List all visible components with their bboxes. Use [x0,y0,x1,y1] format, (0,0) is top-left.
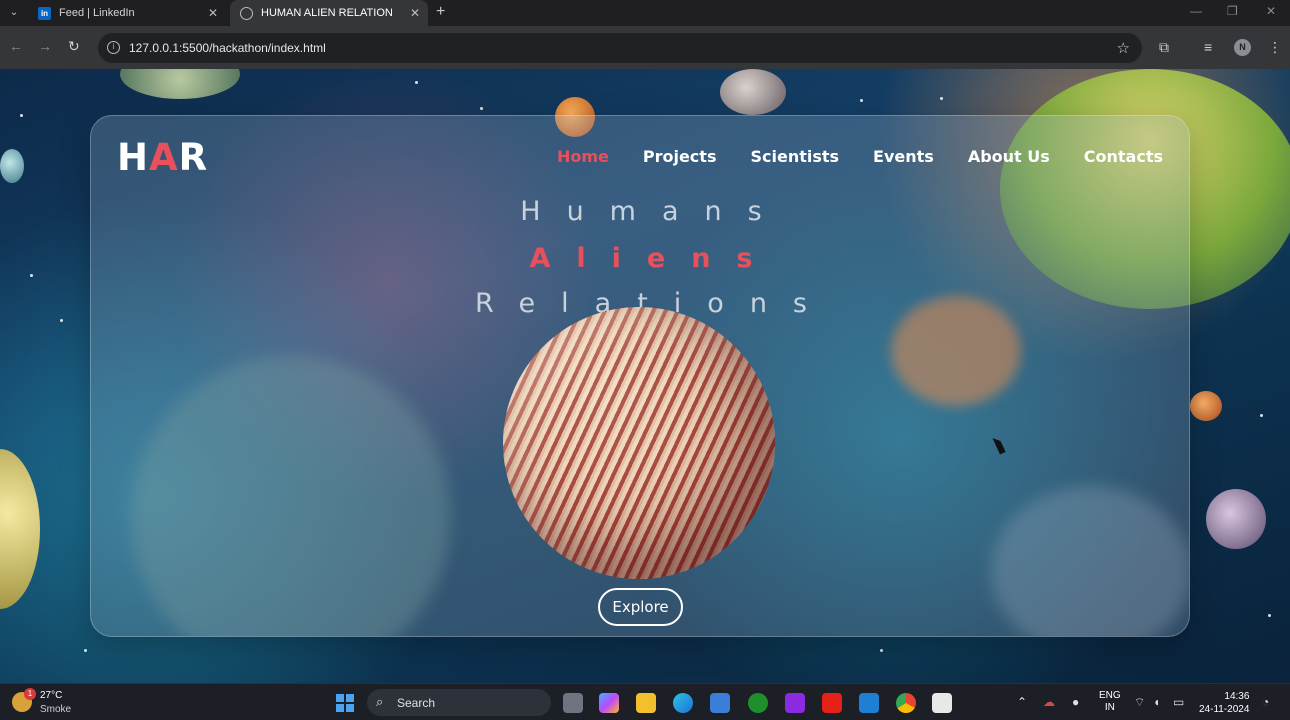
language-indicator[interactable]: ENG IN [1099,690,1121,714]
back-icon[interactable]: ← [9,38,23,54]
snipping-tool-icon[interactable] [932,693,952,713]
nav-scientists[interactable]: Scientists [750,147,839,166]
url-text[interactable]: 127.0.0.1:5500/hackathon/index.html [129,41,326,55]
extensions-icon[interactable]: ⧉ [1159,39,1169,56]
region-code: IN [1104,702,1115,713]
windows-start-icon[interactable] [336,694,354,712]
notification-badge: 1 [24,688,36,700]
site-info-icon[interactable]: i [107,41,120,54]
star [1260,414,1263,417]
copilot-icon[interactable] [599,693,619,713]
youtube-icon[interactable] [822,693,842,713]
tab-search-icon[interactable]: ⌄ [4,4,24,22]
tray-overflow-icon[interactable]: ⌃ [1017,695,1027,709]
weather-description[interactable]: Smoke [40,704,71,715]
star [84,649,87,652]
star [940,97,943,100]
restore-icon[interactable]: ❐ [1227,4,1238,18]
nav-projects[interactable]: Projects [643,147,717,166]
tab-human-alien-relation[interactable]: HUMAN ALIEN RELATION ✕ [230,0,428,26]
background-planet [1190,391,1222,421]
logo-letter: R [178,136,209,179]
browser-menu-icon[interactable]: ⋮ [1268,39,1282,56]
task-view-icon[interactable] [563,693,583,713]
clock[interactable]: 14:36 24-11-2024 [1199,690,1249,716]
edge-icon[interactable] [673,693,693,713]
new-tab-button[interactable]: + [436,3,445,21]
browser-toolbar: ← → ↻ i 127.0.0.1:5500/hackathon/index.h… [0,26,1290,69]
background-planet [1206,489,1266,549]
app-icon[interactable] [785,693,805,713]
site-logo[interactable]: HAR [117,136,208,179]
logo-letter: H [117,136,149,179]
nav-about-us[interactable]: About Us [968,147,1050,166]
battery-icon[interactable]: ▭ [1173,695,1184,709]
clock-time: 14:36 [1224,691,1250,702]
background-planet [120,69,240,99]
nav-contacts[interactable]: Contacts [1084,147,1163,166]
background-planet [0,149,24,183]
onedrive-icon[interactable]: ☁ [1043,695,1055,709]
browser-tab-bar: ⌄ in Feed | LinkedIn ✕ HUMAN ALIEN RELAT… [0,0,1290,26]
headline-humans: Humans [520,196,788,227]
taskbar-search[interactable]: ⌕ Search [367,689,551,716]
linkedin-icon: in [38,6,51,20]
tab-title: HUMAN ALIEN RELATION [261,7,393,19]
star [1268,614,1271,617]
tab-close-icon[interactable]: ✕ [410,6,420,20]
window-close-icon[interactable]: ✕ [1266,4,1276,18]
address-bar[interactable]: i 127.0.0.1:5500/hackathon/index.html ☆ [98,33,1142,63]
media-controls-icon[interactable]: ≡ [1204,39,1212,55]
profile-avatar[interactable]: N [1234,39,1251,56]
forward-icon[interactable]: → [38,38,52,54]
headline-aliens: Aliens [529,243,779,274]
star [415,81,418,84]
star [30,274,33,277]
file-explorer-icon[interactable] [636,693,656,713]
main-nav: Home Projects Scientists Events About Us… [557,147,1163,166]
xbox-icon[interactable] [748,693,768,713]
vscode-icon[interactable] [859,693,879,713]
volume-icon[interactable]: ◖ [1153,695,1160,709]
blurred-planet [991,486,1189,636]
star [480,107,483,110]
tab-close-icon[interactable]: ✕ [208,6,218,20]
explore-button[interactable]: Explore [598,588,683,626]
star [60,319,63,322]
star [860,99,863,102]
background-planet [720,69,786,115]
microphone-icon[interactable]: ● [1072,695,1079,709]
background-planet [0,449,40,609]
bookmark-star-icon[interactable]: ☆ [1117,39,1130,57]
blurred-planet [131,356,451,636]
clock-date: 24-11-2024 [1199,704,1250,715]
minimize-icon[interactable]: — [1190,4,1202,18]
wifi-icon[interactable]: ⌔ [1134,695,1145,710]
tab-title: Feed | LinkedIn [59,7,135,19]
language-code: ENG [1099,690,1121,701]
windows-taskbar: 1 27°C Smoke ⌕ Search ⌃ ☁ ● ENG IN ⌔ ◖ ▭… [0,683,1290,720]
chrome-icon[interactable] [896,693,916,713]
weather-temperature[interactable]: 27°C [40,690,62,701]
tab-linkedin[interactable]: in Feed | LinkedIn ✕ [28,0,226,26]
hero-card: HAR Home Projects Scientists Events Abou… [90,115,1190,637]
alien-planet-image [503,307,775,579]
nav-home[interactable]: Home [557,147,609,166]
search-label: Search [397,696,436,710]
reload-icon[interactable]: ↻ [68,38,80,55]
page-viewport: HAR Home Projects Scientists Events Abou… [0,69,1290,683]
nav-events[interactable]: Events [873,147,934,166]
store-icon[interactable] [710,693,730,713]
search-icon: ⌕ [376,694,384,709]
logo-letter-accent: A [148,136,179,179]
star [20,114,23,117]
globe-icon [240,6,253,20]
star [880,649,883,652]
notification-bell-icon[interactable]: ◔ [1262,695,1269,709]
